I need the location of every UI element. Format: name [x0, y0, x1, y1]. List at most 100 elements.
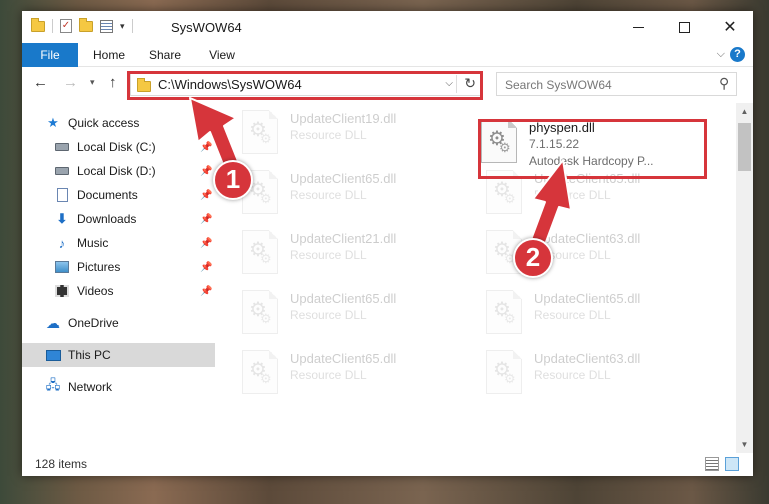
file-item[interactable]: ⚙ ⚙ UpdateClient63.dll Resource DLL — [482, 348, 702, 402]
sidebar-item-this-pc[interactable]: This PC — [22, 343, 215, 367]
close-button[interactable]: ✕ — [707, 11, 753, 43]
sidebar-item-quick-access[interactable]: ★ Quick access — [22, 111, 215, 135]
sidebar-item-local-disk-d[interactable]: Local Disk (D:) 📌 — [22, 159, 215, 183]
pin-icon[interactable]: 📌 — [200, 286, 212, 297]
status-bar: 128 items — [22, 452, 753, 476]
file-name: UpdateClient19.dll — [290, 111, 397, 126]
dll-file-icon: ⚙ ⚙ — [242, 110, 278, 154]
title-bar: ✓ ▾ SysWOW64 ✕ — [22, 11, 753, 43]
scroll-up-icon[interactable]: ▲ — [736, 103, 753, 120]
file-name: UpdateClient21.dll — [290, 231, 397, 246]
sidebar-item-label: OneDrive — [68, 316, 119, 330]
scroll-down-icon[interactable]: ▼ — [736, 436, 753, 453]
file-description: Resource DLL — [290, 308, 367, 322]
file-description: Resource DLL — [534, 368, 611, 382]
ribbon-tabs: File Home Share View ⌵ ? — [22, 43, 753, 67]
dll-file-icon: ⚙ ⚙ — [486, 350, 522, 394]
file-item[interactable]: ⚙ ⚙ UpdateClient65.dll Resource DLL — [482, 288, 702, 342]
sidebar-item-label: Pictures — [77, 260, 121, 274]
new-folder-icon[interactable] — [79, 17, 93, 32]
back-arrow-icon[interactable]: ← — [33, 74, 48, 91]
file-description: Resource DLL — [534, 308, 611, 322]
search-input[interactable]: Search SysWOW64 ⚲ — [496, 72, 737, 96]
sidebar-item-label: Music — [77, 236, 109, 250]
sidebar-item-documents[interactable]: Documents 📌 — [22, 183, 215, 207]
expand-ribbon-icon[interactable]: ⌵ — [717, 48, 725, 61]
forward-arrow-icon[interactable]: → — [63, 74, 78, 91]
dll-file-icon: ⚙ ⚙ — [242, 230, 278, 274]
pin-icon[interactable]: 📌 — [200, 238, 212, 249]
file-description: Resource DLL — [290, 128, 367, 142]
pin-icon[interactable]: 📌 — [200, 166, 212, 177]
dll-file-icon: ⚙ ⚙ — [486, 290, 522, 334]
recent-locations-icon[interactable]: ▾ — [90, 77, 95, 88]
step-badge-1: 1 — [213, 160, 253, 200]
tab-file[interactable]: File — [22, 43, 78, 67]
up-arrow-icon[interactable]: ↑ — [109, 74, 117, 91]
sidebar-item-label: Local Disk (C:) — [77, 140, 156, 154]
pin-icon[interactable]: 📌 — [200, 214, 212, 225]
file-list: ⚙ ⚙ UpdateClient19.dll Resource DLL ⚙ ⚙ Up… — [218, 103, 732, 453]
customize-toolbar-icon[interactable]: ▾ — [120, 21, 125, 32]
tiles-view-icon[interactable] — [725, 457, 739, 471]
details-view-icon[interactable] — [705, 457, 719, 471]
sidebar-item-local-disk-c[interactable]: Local Disk (C:) 📌 — [22, 135, 215, 159]
sidebar-item-onedrive[interactable]: ☁ OneDrive — [22, 311, 215, 335]
drive-icon — [55, 143, 69, 151]
sidebar-item-label: Videos — [77, 284, 114, 298]
close-icon: ✕ — [723, 19, 737, 36]
window-title: SysWOW64 — [171, 20, 242, 35]
tab-share[interactable]: Share — [142, 43, 188, 67]
help-icon[interactable]: ? — [730, 47, 745, 62]
sidebar-item-music[interactable]: ♪ Music 📌 — [22, 231, 215, 255]
search-icon[interactable]: ⚲ — [719, 75, 729, 92]
file-item[interactable]: ⚙ ⚙ UpdateClient19.dll Resource DLL — [238, 108, 458, 162]
tab-home[interactable]: Home — [84, 43, 134, 67]
properties-check-icon[interactable]: ✓ — [60, 19, 72, 33]
file-item[interactable]: ⚙ ⚙ UpdateClient65.dll Resource DLL — [238, 348, 458, 402]
scrollbar-thumb[interactable] — [738, 123, 751, 171]
minimize-icon — [632, 26, 644, 28]
maximize-button[interactable] — [661, 11, 707, 43]
computer-icon — [45, 349, 61, 361]
sidebar-item-label: Local Disk (D:) — [77, 164, 156, 178]
file-item[interactable]: ⚙ ⚙ UpdateClient65.dll Resource DLL — [238, 168, 458, 222]
sidebar-item-label: Network — [68, 380, 113, 394]
onedrive-icon: ☁ — [46, 314, 60, 331]
file-name: UpdateClient63.dll — [534, 351, 641, 366]
file-name: UpdateClient63.dll — [534, 231, 641, 246]
dll-file-icon: ⚙ ⚙ — [242, 290, 278, 334]
file-item[interactable]: ⚙ ⚙ UpdateClient21.dll Resource DLL — [238, 228, 458, 282]
pin-icon[interactable]: 📌 — [200, 190, 212, 201]
file-description: Resource DLL — [290, 188, 367, 202]
file-description: Resource DLL — [290, 248, 367, 262]
file-description: Resource DLL — [534, 188, 611, 202]
pin-icon[interactable]: 📌 — [200, 262, 212, 273]
file-item[interactable]: ⚙ ⚙ UpdateClient65.dll Resource DLL — [238, 288, 458, 342]
videos-icon — [55, 285, 69, 297]
vertical-scrollbar[interactable]: ▲ ▼ — [736, 103, 753, 453]
file-name: UpdateClient65.dll — [290, 351, 397, 366]
tab-view[interactable]: View — [200, 43, 244, 67]
item-count: 128 items — [35, 457, 88, 471]
physpen-highlight-box — [478, 119, 707, 179]
folder-icon[interactable] — [31, 17, 45, 32]
pin-icon[interactable]: 📌 — [200, 142, 212, 153]
quick-access-toolbar: ✓ ▾ — [31, 17, 133, 33]
documents-icon — [56, 188, 68, 202]
sidebar-item-label: This PC — [68, 348, 111, 362]
sidebar-item-label: Documents — [77, 188, 138, 202]
properties-icon[interactable] — [100, 19, 113, 33]
address-highlight-box — [127, 71, 483, 100]
sidebar-item-pictures[interactable]: Pictures 📌 — [22, 255, 215, 279]
sidebar-item-videos[interactable]: Videos 📌 — [22, 279, 215, 303]
minimize-button[interactable] — [615, 11, 661, 43]
file-description: Resource DLL — [290, 368, 367, 382]
downloads-icon: ⬇ — [56, 211, 68, 226]
sidebar-item-downloads[interactable]: ⬇ Downloads 📌 — [22, 207, 215, 231]
sidebar-item-network[interactable]: 🖧 Network — [22, 375, 215, 399]
maximize-icon — [678, 21, 690, 33]
file-name: UpdateClient65.dll — [534, 291, 641, 306]
dll-file-icon: ⚙ ⚙ — [242, 350, 278, 394]
search-placeholder: Search SysWOW64 — [505, 78, 612, 92]
